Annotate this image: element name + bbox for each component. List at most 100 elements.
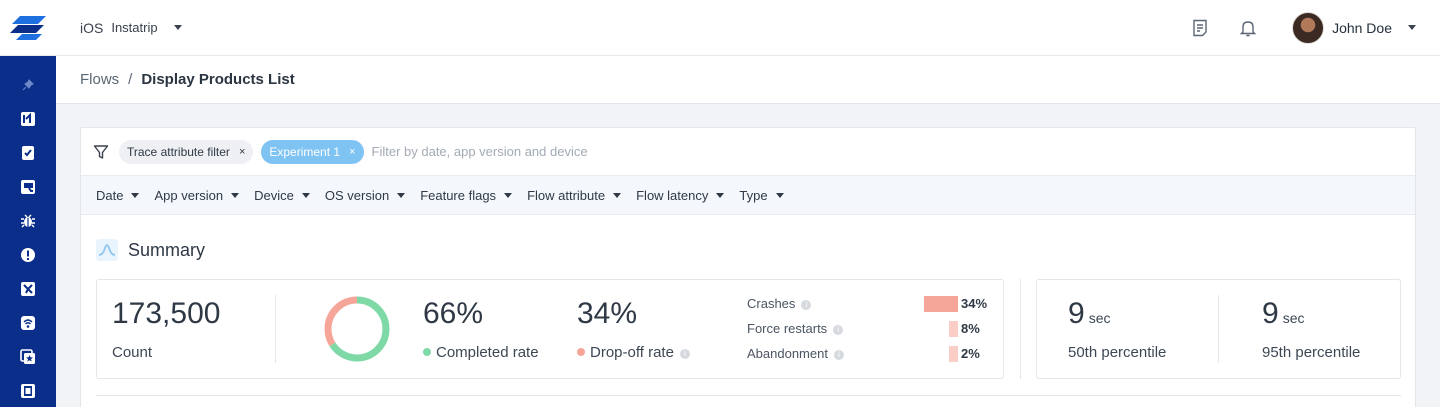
p50-label: 50th percentile	[1068, 344, 1167, 361]
summary-icon	[96, 239, 118, 261]
info-icon[interactable]: i	[833, 325, 844, 335]
dropoff-stat-label: Drop-off rate i	[577, 344, 690, 361]
filter-input[interactable]	[371, 144, 772, 159]
screen-icon	[21, 180, 35, 194]
chevron-down-icon	[716, 192, 725, 198]
divider	[1020, 279, 1021, 379]
latency-box: 9 sec 50th percentile 9 sec 95th percentil…	[1036, 279, 1401, 379]
sidebar	[0, 0, 56, 407]
chevron-down-icon	[613, 192, 622, 198]
breakdown-label: Force restarts	[747, 321, 828, 336]
p50-value: 9	[1068, 297, 1085, 330]
star-window-icon	[20, 349, 35, 364]
dropdown-label: Date	[96, 187, 124, 203]
breadcrumb-flows[interactable]: Flows	[80, 71, 119, 88]
bell-icon	[1240, 20, 1257, 36]
app-name: Instatrip	[111, 20, 158, 35]
chevron-down-icon	[231, 192, 240, 198]
app-switcher[interactable]: iOS Instatrip	[80, 20, 182, 36]
sidebar-item-star[interactable]	[0, 340, 56, 374]
breakdown-label: Crashes	[747, 296, 796, 311]
close-icon[interactable]: ×	[239, 146, 245, 158]
summary-heading: Summary	[96, 239, 205, 261]
divider	[1218, 295, 1219, 363]
completed-label: Completed rate	[436, 344, 539, 361]
alert-icon	[21, 248, 35, 262]
p95-unit: sec	[1282, 310, 1305, 326]
info-icon[interactable]: i	[833, 350, 844, 360]
notifications-button[interactable]	[1236, 16, 1260, 40]
dropoff-label: Drop-off rate	[590, 344, 674, 361]
sidebar-item-flows[interactable]	[0, 102, 56, 136]
sidebar-item-screen[interactable]	[0, 170, 56, 204]
dropdown-device[interactable]: Device	[254, 188, 310, 203]
chevron-down-icon	[775, 192, 784, 198]
chevron-down-icon	[301, 192, 310, 198]
sidebar-item-bugs[interactable]	[0, 204, 56, 238]
breakdown-label: Abandonment	[747, 346, 828, 361]
chevron-down-icon	[397, 192, 406, 198]
count-label: Count	[112, 344, 153, 361]
chevron-down-icon	[504, 192, 513, 198]
completed-dot	[423, 348, 431, 356]
filter-dropdowns: Date App version Device OS version Featu…	[81, 176, 1415, 215]
breadcrumb: Flows / Display Products List	[56, 56, 1440, 104]
dropdown-os-version[interactable]: OS version	[324, 187, 406, 203]
close-icon[interactable]: ×	[349, 146, 355, 158]
sidebar-item-alerts[interactable]	[0, 238, 56, 272]
completed-value: 66%	[423, 297, 484, 330]
breakdown-crashes: Crashes i	[747, 296, 812, 311]
breakdown-force-restarts: Force restarts i	[747, 321, 844, 336]
brand-logo[interactable]	[0, 0, 56, 56]
notes-icon	[1193, 19, 1207, 36]
info-icon[interactable]: i	[679, 349, 690, 359]
breakdown-bar-abandonment	[949, 346, 958, 362]
filter-chip-experiment[interactable]: Experiment 1 ×	[261, 139, 364, 164]
bug-icon	[21, 214, 35, 228]
flows-icon	[21, 112, 35, 126]
document-icon	[22, 146, 34, 160]
notes-button[interactable]	[1188, 16, 1212, 40]
dropdown-app-version[interactable]: App version	[154, 188, 240, 203]
network-icon	[21, 316, 35, 330]
breakdown-bar-force-restarts	[949, 321, 958, 337]
dropdown-date[interactable]: Date	[96, 187, 140, 203]
sidebar-nav	[0, 56, 56, 407]
dropdown-label: Flow latency	[636, 187, 709, 203]
p95-label: 95th percentile	[1262, 344, 1361, 361]
user-name: John Doe	[1332, 19, 1392, 36]
survey-icon	[21, 384, 35, 398]
breakdown-value-abandonment: 2%	[961, 346, 980, 361]
avatar	[1292, 11, 1325, 44]
dropdown-label: Flow attribute	[527, 187, 606, 203]
chip-label: Trace attribute filter	[127, 144, 230, 159]
dropdown-type[interactable]: Type	[739, 188, 784, 203]
sidebar-item-crashes[interactable]	[0, 272, 56, 306]
sidebar-item-pin[interactable]	[0, 68, 56, 102]
chip-label: Experiment 1	[269, 144, 341, 159]
dropdown-label: OS version	[324, 187, 390, 203]
dropoff-value: 34%	[577, 297, 638, 330]
pin-icon	[22, 79, 34, 91]
chevron-down-icon	[131, 192, 140, 198]
dropdown-flow-attribute[interactable]: Flow attribute	[527, 187, 622, 203]
dropdown-feature-flags[interactable]: Feature flags	[420, 187, 513, 203]
sidebar-item-network[interactable]	[0, 306, 56, 340]
filter-chip-trace-attribute[interactable]: Trace attribute filter ×	[119, 139, 254, 164]
dropdown-flow-latency[interactable]: Flow latency	[636, 187, 725, 203]
platform-label: iOS	[80, 19, 104, 36]
summary-title: Summary	[128, 239, 206, 260]
sidebar-item-survey[interactable]	[0, 374, 56, 407]
top-bar: iOS Instatrip John Doe	[56, 0, 1440, 56]
dropdown-label: Feature flags	[420, 187, 497, 203]
divider	[275, 295, 276, 363]
breakdown-value-crashes: 34%	[961, 296, 988, 311]
sidebar-item-document[interactable]	[0, 136, 56, 170]
logo-icon	[10, 15, 46, 40]
page-title: Display Products List	[141, 71, 295, 88]
p95-value: 9	[1262, 297, 1279, 330]
filter-icon	[93, 144, 109, 159]
info-icon[interactable]: i	[801, 300, 812, 310]
user-menu[interactable]: John Doe	[1292, 11, 1416, 44]
p95-stat: 9 sec	[1262, 297, 1304, 331]
